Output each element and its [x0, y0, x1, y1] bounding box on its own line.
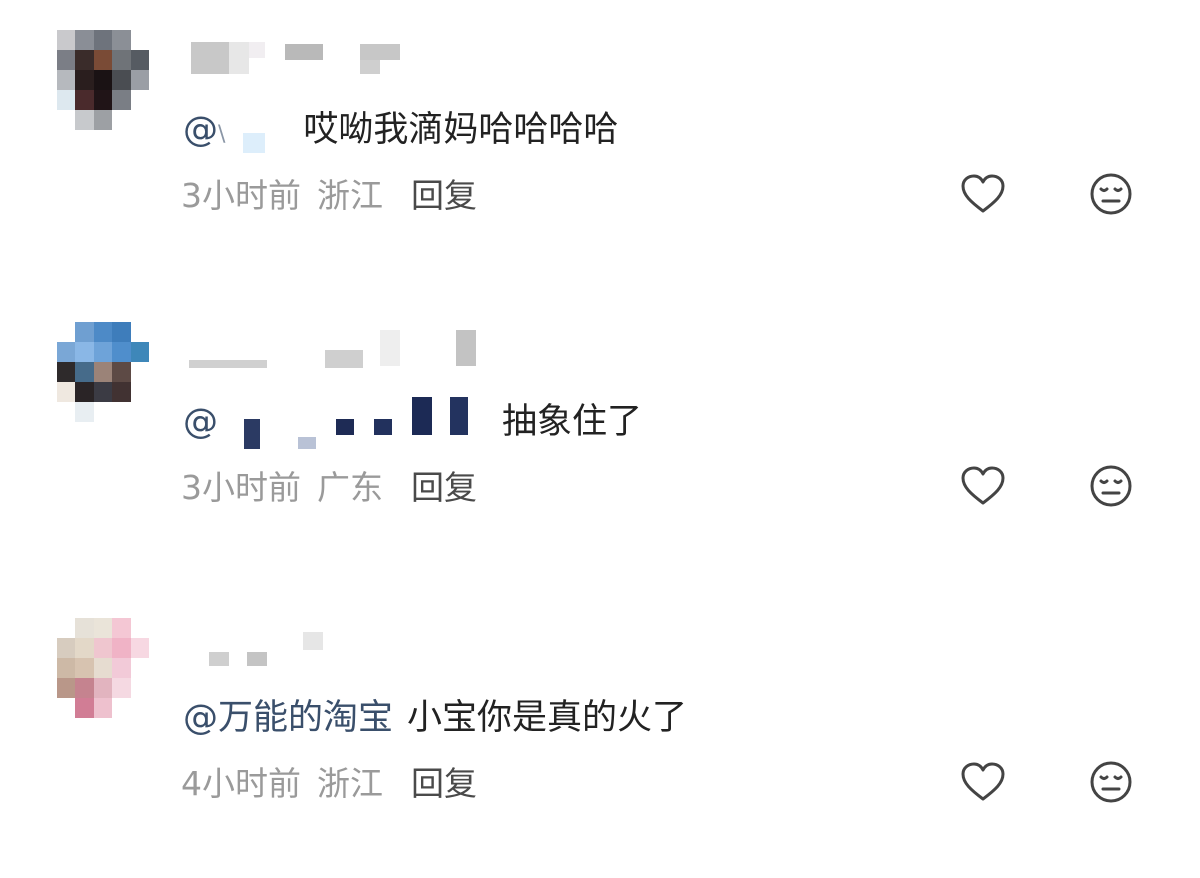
like-button[interactable] [959, 170, 1007, 218]
comment-meta: 3小时前 广东 回复 [181, 466, 477, 510]
comment-item: @\ 哎呦我滴妈哈哈哈哈 3小时前 浙江 回复 [0, 30, 1200, 290]
reply-button[interactable]: 回复 [411, 176, 477, 215]
comment-time: 4小时前 [181, 764, 301, 803]
comment-item: @ 抽象住了 3小时前 广东 回复 [0, 322, 1200, 582]
comment-meta: 3小时前 浙江 回复 [181, 174, 477, 218]
like-button[interactable] [959, 758, 1007, 806]
mention-link[interactable]: @ [183, 396, 218, 448]
username-blurred[interactable] [185, 38, 485, 78]
mention-name-blurred[interactable] [218, 397, 488, 449]
comment-text: 抽象住了 [502, 402, 643, 442]
comment-meta: 4小时前 浙江 回复 [181, 762, 477, 806]
comment-location: 浙江 [317, 176, 383, 215]
avatar[interactable] [57, 322, 149, 422]
comment-location: 广东 [317, 468, 383, 507]
comment-time: 3小时前 [181, 468, 301, 507]
dislike-button[interactable] [1087, 170, 1135, 218]
neutral-face-icon [1090, 761, 1132, 803]
avatar[interactable] [57, 30, 149, 130]
reply-button[interactable]: 回复 [411, 468, 477, 507]
username-blurred[interactable] [185, 330, 485, 370]
mention-link[interactable]: @万能的淘宝 [183, 692, 393, 744]
avatar[interactable] [57, 618, 149, 718]
heart-outline-icon [961, 174, 1005, 213]
mention-name-blurred[interactable] [225, 105, 289, 157]
username-blurred[interactable] [185, 626, 485, 666]
like-button[interactable] [959, 462, 1007, 510]
comment-text: 哎呦我滴妈哈哈哈哈 [303, 110, 619, 150]
comment-time: 3小时前 [181, 176, 301, 215]
mention-link[interactable]: @\ [183, 104, 225, 161]
dislike-button[interactable] [1087, 462, 1135, 510]
comment-line: @ 抽象住了 [183, 396, 643, 449]
comment-location: 浙江 [317, 764, 383, 803]
comment-line: @\ 哎呦我滴妈哈哈哈哈 [183, 104, 618, 156]
heart-outline-icon [961, 466, 1005, 505]
comment-text: 小宝你是真的火了 [407, 698, 688, 738]
neutral-face-icon [1090, 173, 1132, 215]
neutral-face-icon [1090, 465, 1132, 507]
dislike-button[interactable] [1087, 758, 1135, 806]
reply-button[interactable]: 回复 [411, 764, 477, 803]
comment-item: @万能的淘宝 小宝你是真的火了 4小时前 浙江 回复 [0, 618, 1200, 878]
comment-line: @万能的淘宝 小宝你是真的火了 [183, 692, 687, 744]
heart-outline-icon [961, 762, 1005, 801]
